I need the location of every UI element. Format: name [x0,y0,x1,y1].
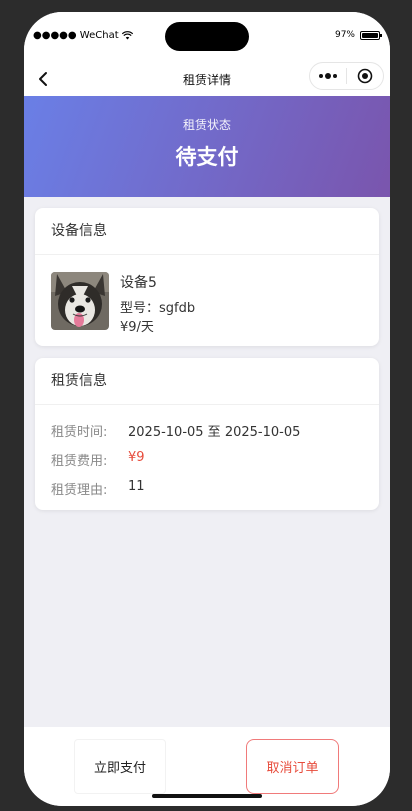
status-value: 待支付 [175,145,239,169]
device-info-card: 设备信息 设备5 型号：sgfdb ¥9/天 [35,208,379,346]
device-model: 型号：sgfdb [120,301,196,316]
mini-program-capsule [309,62,384,90]
carrier: ●●●●● WeChat [33,30,133,41]
cancel-order-button[interactable]: 取消订单 [246,739,339,794]
rental-time-label: 租赁时间: [51,425,108,440]
more-button[interactable] [310,73,346,79]
rental-time-value: 2025-10-05 至 2025-10-05 [128,425,301,440]
status-label: 租赁状态 [182,118,231,132]
rental-fee-row: 租赁费用: ¥9 [51,450,145,469]
rental-reason-label: 租赁理由: [51,483,108,498]
wifi-icon [121,31,133,40]
rental-fee-label: 租赁费用: [51,454,108,469]
device-thumbnail [51,272,109,330]
battery-percent: 97% [334,30,355,40]
device-section-title: 设备信息 [35,208,379,255]
rental-status-banner: 租赁状态 待支付 [24,96,390,197]
action-footer: 立即支付 取消订单 [24,727,390,806]
nav-bar: 租赁详情 [24,62,390,96]
status-bar: ●●●●● WeChat 97% [24,12,390,62]
rental-time-row: 租赁时间: 2025-10-05 至 2025-10-05 [51,421,300,440]
rental-reason-value: 11 [128,479,145,494]
camera-notch [165,22,249,51]
more-dots-icon [319,73,337,79]
rental-section-title: 租赁信息 [35,358,379,405]
device-item[interactable]: 设备5 型号：sgfdb ¥9/天 [35,255,379,345]
home-indicator[interactable] [152,794,262,798]
battery-icon [360,30,382,40]
rental-reason-row: 租赁理由: 11 [51,479,145,498]
rental-fee-value: ¥9 [128,450,145,465]
device-name: 设备5 [120,275,157,291]
target-icon [357,68,373,84]
rental-info-card: 租赁信息 租赁时间: 2025-10-05 至 2025-10-05 租赁费用:… [35,358,379,510]
pay-now-button[interactable]: 立即支付 [74,739,166,794]
husky-dog-photo [51,272,109,330]
phone-screen: ●●●●● WeChat 97% 租赁详情 租赁状态 待支付 设备信息 设备5 … [24,12,390,806]
device-daily-price: ¥9/天 [120,320,154,335]
close-mini-program-button[interactable] [347,68,383,84]
